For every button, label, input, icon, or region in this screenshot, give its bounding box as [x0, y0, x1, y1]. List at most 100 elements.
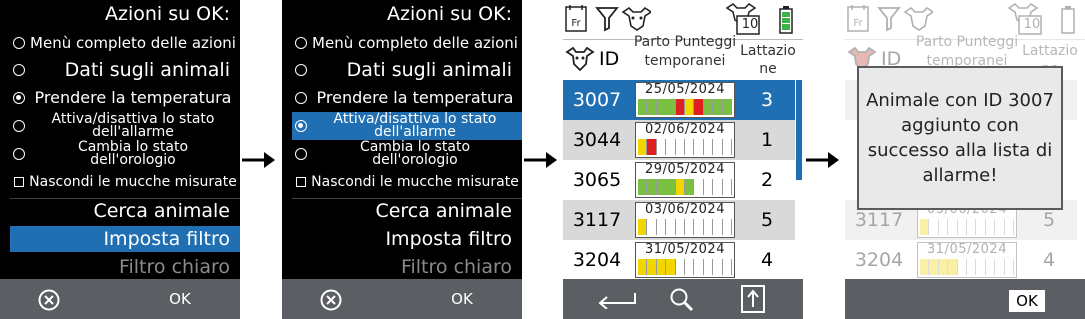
table-row[interactable]: 3007 25/05/2024 3 [563, 80, 795, 120]
lactation-value: 4 [1042, 249, 1056, 271]
calving-date: 29/05/2024 [645, 162, 725, 177]
header-lactation: Lattazio ne [740, 43, 796, 77]
screen-2-menu: Azioni su OK: Menù completo delle azioni… [282, 0, 522, 319]
arrow-right-icon [524, 152, 557, 168]
animal-id: 3117 [572, 209, 622, 231]
animal-id: 3065 [572, 169, 622, 191]
animal-id: 3204 [854, 249, 904, 271]
animal-id: 3007 [572, 89, 622, 111]
radio-icon [12, 148, 26, 160]
screen-3-animal-list: Fr 10 ID Parto Punteggi temporanei Latta… [563, 0, 803, 319]
scrollbar[interactable] [796, 80, 802, 180]
radio-selected-icon [294, 120, 308, 132]
calving-date: 02/06/2024 [645, 122, 725, 137]
table-row[interactable]: 3065 29/05/2024 2 [563, 160, 795, 200]
menu-footer: OK [0, 279, 240, 319]
confirmation-dialog: Animale con ID 3007 aggiunto con success… [857, 66, 1063, 210]
calendar-fr-icon: Fr [847, 5, 869, 32]
svg-text:Fr: Fr [853, 18, 863, 29]
set-filter-button[interactable]: Imposta filtro [10, 226, 240, 252]
search-animal-button[interactable]: Cerca animale [292, 198, 522, 224]
score-bars [638, 219, 733, 235]
cow-count-badge: 10 [1023, 17, 1041, 32]
animal-id: 3204 [572, 249, 622, 271]
list-header: ID Parto Punteggi temporanei Lattazio ne [563, 34, 803, 78]
calving-date: 25/05/2024 [645, 82, 725, 97]
table-row[interactable]: 3117 03/06/2024 5 [563, 200, 795, 240]
checkbox-icon [12, 177, 26, 187]
radio-icon [294, 64, 308, 76]
score-chart: 03/06/2024 [635, 202, 735, 238]
battery-icon [1061, 6, 1075, 34]
lactation-value: 1 [760, 129, 774, 151]
table-row[interactable]: 3204 31/05/2024 4 [563, 240, 795, 280]
calving-date: 03/06/2024 [645, 202, 725, 217]
option-hide-measured[interactable]: Nascondi le mucche misurate [292, 168, 522, 196]
score-bars [920, 259, 1015, 275]
filter-cow-icon [877, 6, 933, 32]
ok-button[interactable]: OK [1009, 290, 1045, 312]
clear-filter-button: Filtro chiaro [118, 255, 230, 278]
search-animal-button[interactable]: Cerca animale [10, 198, 240, 224]
option-toggle-alarm[interactable]: Attiva/disattiva lo stato dell'allarme [292, 112, 522, 140]
animal-id: 3044 [572, 129, 622, 151]
animal-id: 3117 [854, 209, 904, 231]
radio-icon [12, 120, 26, 132]
score-bars [638, 139, 733, 155]
option-full-menu[interactable]: Menù completo delle azioni [292, 32, 522, 54]
score-chart: 29/05/2024 [635, 162, 735, 198]
score-chart: 31/05/2024 [917, 242, 1017, 278]
score-chart: 02/06/2024 [635, 122, 735, 158]
calving-date: 31/05/2024 [645, 242, 725, 257]
ok-button[interactable]: OK [0, 279, 240, 319]
search-icon[interactable] [669, 287, 695, 313]
screen-1-menu: Azioni su OK: Menù completo delle azioni… [0, 0, 240, 319]
list-footer [563, 279, 803, 319]
clear-filter-button: Filtro chiaro [400, 255, 512, 278]
option-temperature[interactable]: Prendere la temperatura [292, 86, 522, 110]
set-filter-button[interactable]: Imposta filtro [292, 226, 522, 252]
option-animal-data[interactable]: Dati sugli animali [10, 56, 240, 84]
table-row: 3204 31/05/2024 4 [845, 240, 1077, 280]
calving-date: 31/05/2024 [927, 242, 1007, 257]
header-scores: Parto Punteggi temporanei [633, 34, 737, 69]
ok-button[interactable]: OK [282, 279, 522, 319]
cow-count-badge: 10 [741, 17, 759, 32]
option-temperature[interactable]: Prendere la temperatura [10, 86, 240, 110]
back-icon[interactable] [597, 289, 637, 309]
lactation-value: 5 [1042, 209, 1056, 231]
radio-icon [12, 37, 26, 49]
radio-icon [12, 64, 26, 76]
screen-4-confirmation: Fr 10 ID Parto Punteggi temporanei Latta… [845, 0, 1085, 319]
option-clock-status[interactable]: Cambia lo stato dell'orologio [292, 140, 522, 168]
lactation-value: 3 [760, 89, 774, 111]
lactation-value: 5 [760, 209, 774, 231]
scroll-top-icon[interactable] [741, 285, 765, 313]
radio-icon [294, 37, 308, 49]
score-bars [920, 219, 1015, 235]
battery-icon [779, 6, 793, 34]
table-row[interactable]: 3044 02/06/2024 1 [563, 120, 795, 160]
radio-selected-icon [12, 92, 26, 104]
option-clock-status[interactable]: Cambia lo stato dell'orologio [10, 140, 240, 168]
score-bars [638, 179, 733, 195]
option-animal-data[interactable]: Dati sugli animali [292, 56, 522, 84]
menu-title: Azioni su OK: [386, 3, 512, 25]
lactation-value: 2 [760, 169, 774, 191]
filter-cow-icon[interactable] [595, 4, 651, 32]
radio-icon [294, 148, 308, 160]
radio-icon [294, 92, 308, 104]
menu-footer: OK [282, 279, 522, 319]
arrow-right-icon [806, 152, 839, 168]
checkbox-icon [294, 177, 308, 187]
option-full-menu[interactable]: Menù completo delle azioni [10, 32, 240, 54]
arrow-right-icon [242, 152, 275, 168]
confirmation-footer [845, 279, 1085, 319]
option-hide-measured[interactable]: Nascondi le mucche misurate [10, 168, 240, 196]
score-bars [638, 99, 733, 115]
option-toggle-alarm[interactable]: Attiva/disattiva lo stato dell'allarme [10, 112, 240, 140]
lactation-value: 4 [760, 249, 774, 271]
confirmation-message: Animale con ID 3007 aggiunto con success… [866, 90, 1054, 186]
svg-text:Fr: Fr [571, 18, 581, 29]
calendar-fr-icon[interactable]: Fr [565, 4, 587, 32]
